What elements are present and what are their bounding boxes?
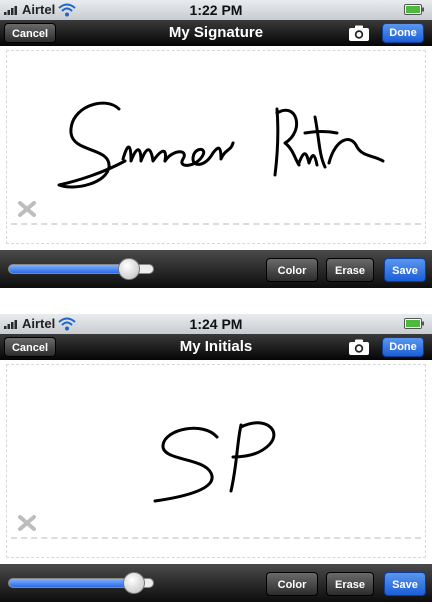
signature-screen: Airtel 1:22 PM Cancel My Signature Done	[0, 0, 432, 290]
drawing-toolbar: Color Erase Save	[0, 250, 432, 288]
slider-thumb[interactable]	[118, 258, 141, 280]
done-button[interactable]: Done	[382, 23, 424, 43]
signature-line	[11, 223, 421, 225]
signature-line	[11, 537, 421, 539]
navigation-bar: Cancel My Signature Done	[0, 20, 432, 46]
drawing-toolbar: Color Erase Save	[0, 564, 432, 602]
save-button[interactable]: Save	[384, 258, 426, 282]
navigation-bar: Cancel My Initials Done	[0, 334, 432, 360]
camera-icon[interactable]	[348, 338, 370, 356]
color-button[interactable]: Color	[266, 258, 318, 282]
x-mark-icon	[18, 515, 36, 531]
erase-button[interactable]: Erase	[326, 258, 374, 282]
initials-screen: Airtel 1:24 PM Cancel My Initials Done C…	[0, 314, 432, 604]
initials-stroke	[153, 421, 276, 503]
slider-fill	[9, 265, 129, 273]
battery-icon	[404, 4, 424, 15]
color-button[interactable]: Color	[266, 572, 318, 596]
x-mark-icon	[18, 201, 36, 217]
slider-thumb[interactable]	[122, 572, 145, 594]
camera-icon[interactable]	[348, 24, 370, 42]
status-bar: Airtel 1:24 PM	[0, 314, 432, 335]
initials-canvas[interactable]	[6, 364, 426, 558]
slider-fill	[9, 579, 133, 587]
status-time: 1:22 PM	[189, 2, 243, 18]
battery-icon	[404, 318, 424, 329]
done-button[interactable]: Done	[382, 337, 424, 357]
status-bar: Airtel 1:22 PM	[0, 0, 432, 21]
signature-stroke	[57, 101, 385, 189]
erase-button[interactable]: Erase	[326, 572, 374, 596]
status-time: 1:24 PM	[189, 316, 243, 332]
save-button[interactable]: Save	[384, 572, 426, 596]
signature-canvas[interactable]	[6, 50, 426, 244]
